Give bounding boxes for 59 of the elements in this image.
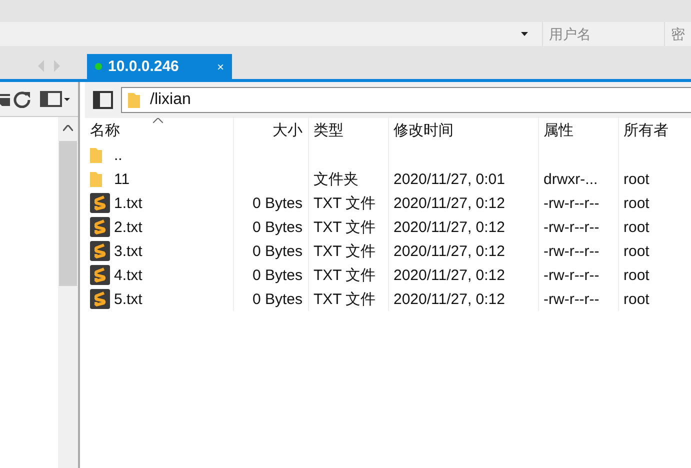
table-cell: TXT 文件 bbox=[314, 290, 376, 308]
column-header[interactable]: 属性 bbox=[538, 118, 618, 143]
table-cell: -rw-r--r-- bbox=[544, 242, 600, 260]
column-header[interactable]: 修改时间 bbox=[388, 118, 538, 143]
refresh-icon[interactable] bbox=[13, 90, 31, 108]
table-cell: 0 Bytes bbox=[252, 290, 302, 308]
table-cell: drwxr-... bbox=[544, 170, 598, 188]
table-cell: 0 Bytes bbox=[252, 218, 302, 236]
table-cell: 0 Bytes bbox=[252, 242, 302, 260]
file-name[interactable]: .. bbox=[114, 146, 122, 164]
table-cell: TXT 文件 bbox=[314, 194, 376, 212]
file-icon bbox=[90, 265, 110, 285]
file-name[interactable]: 3.txt bbox=[114, 242, 142, 260]
table-cell: -rw-r--r-- bbox=[544, 266, 600, 284]
file-icon bbox=[90, 217, 110, 237]
table-cell: 2020/11/27, 0:12 bbox=[394, 266, 505, 284]
table-cell: -rw-r--r-- bbox=[544, 218, 600, 236]
table-cell: TXT 文件 bbox=[314, 266, 376, 284]
file-icon bbox=[90, 241, 110, 261]
table-cell: 2020/11/27, 0:12 bbox=[394, 218, 505, 236]
column-header[interactable]: 大小 bbox=[233, 118, 308, 143]
panel-toggle-icon[interactable] bbox=[93, 91, 113, 109]
folder-icon bbox=[90, 171, 102, 187]
file-name[interactable]: 1.txt bbox=[114, 194, 142, 212]
table-cell: root bbox=[624, 218, 650, 236]
table-cell: 文件夹 bbox=[314, 170, 358, 188]
path-field[interactable]: /lixian bbox=[121, 87, 691, 113]
table-cell: 0 Bytes bbox=[252, 266, 302, 284]
table-cell: 2020/11/27, 0:01 bbox=[394, 170, 505, 188]
table-cell: 2020/11/27, 0:12 bbox=[394, 290, 505, 308]
folder-icon bbox=[90, 147, 102, 163]
table-cell: 2020/11/27, 0:12 bbox=[394, 194, 505, 212]
table-cell: 2020/11/27, 0:12 bbox=[394, 242, 505, 260]
file-name[interactable]: 2.txt bbox=[114, 218, 142, 236]
file-name[interactable]: 4.txt bbox=[114, 266, 142, 284]
file-name[interactable]: 5.txt bbox=[114, 290, 142, 308]
table-cell: root bbox=[624, 194, 650, 212]
dropdown-caret-icon[interactable] bbox=[521, 32, 528, 36]
column-header[interactable]: 类型 bbox=[308, 118, 388, 143]
connection-tab[interactable]: 10.0.0.246 × bbox=[87, 54, 232, 79]
table-cell: root bbox=[624, 266, 650, 284]
table-cell: TXT 文件 bbox=[314, 242, 376, 260]
table-cell: root bbox=[624, 242, 650, 260]
folder-icon bbox=[128, 92, 140, 108]
file-icon bbox=[90, 289, 110, 309]
file-icon bbox=[90, 193, 110, 213]
table-cell: root bbox=[624, 290, 650, 308]
scroll-up-icon[interactable] bbox=[63, 125, 73, 131]
scrollbar-thumb[interactable] bbox=[59, 141, 77, 286]
table-cell: -rw-r--r-- bbox=[544, 290, 600, 308]
table-cell: 0 Bytes bbox=[252, 194, 302, 212]
column-header[interactable]: 所有者 bbox=[618, 118, 691, 143]
file-name[interactable]: 11 bbox=[114, 170, 130, 188]
layout-icon[interactable] bbox=[40, 91, 70, 107]
column-header[interactable]: 名称 bbox=[85, 118, 233, 143]
table-cell: root bbox=[624, 170, 650, 188]
close-button[interactable]: × bbox=[216, 60, 224, 74]
table-cell: TXT 文件 bbox=[314, 218, 376, 236]
table-cell: -rw-r--r-- bbox=[544, 194, 600, 212]
